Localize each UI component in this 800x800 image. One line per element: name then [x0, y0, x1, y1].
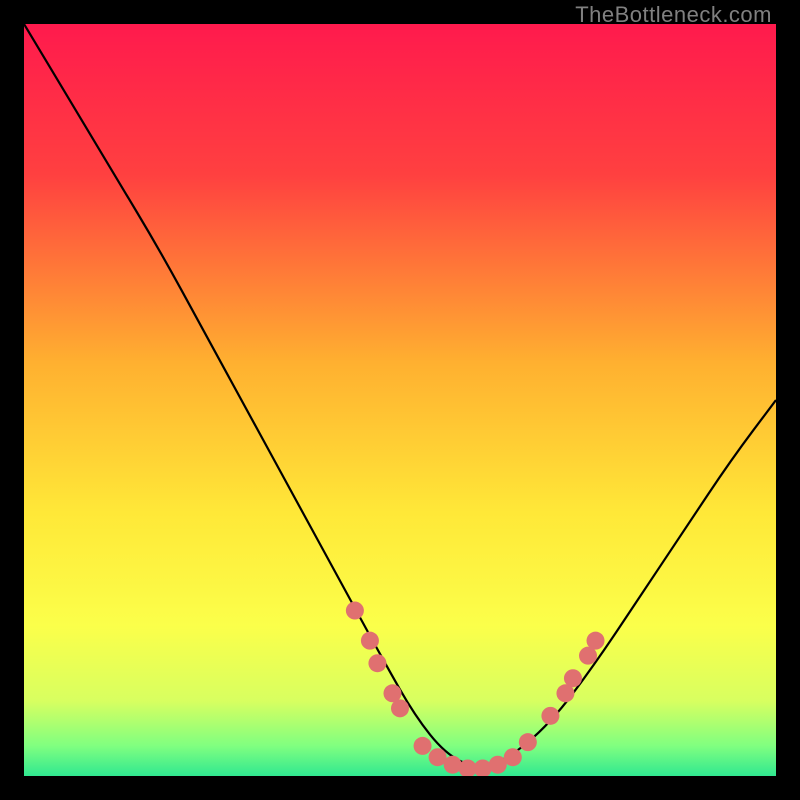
marker-dot [504, 748, 522, 766]
marker-dot [346, 602, 364, 620]
chart-frame [24, 24, 776, 776]
marker-dot [564, 669, 582, 687]
bottleneck-chart [24, 24, 776, 776]
marker-dot [519, 733, 537, 751]
marker-dot [444, 756, 462, 774]
marker-dot [391, 699, 409, 717]
marker-dot [361, 632, 379, 650]
marker-dot [414, 737, 432, 755]
marker-dot [587, 632, 605, 650]
watermark-text: TheBottleneck.com [575, 2, 772, 28]
marker-dot [368, 654, 386, 672]
marker-dot [541, 707, 559, 725]
gradient-background [24, 24, 776, 776]
